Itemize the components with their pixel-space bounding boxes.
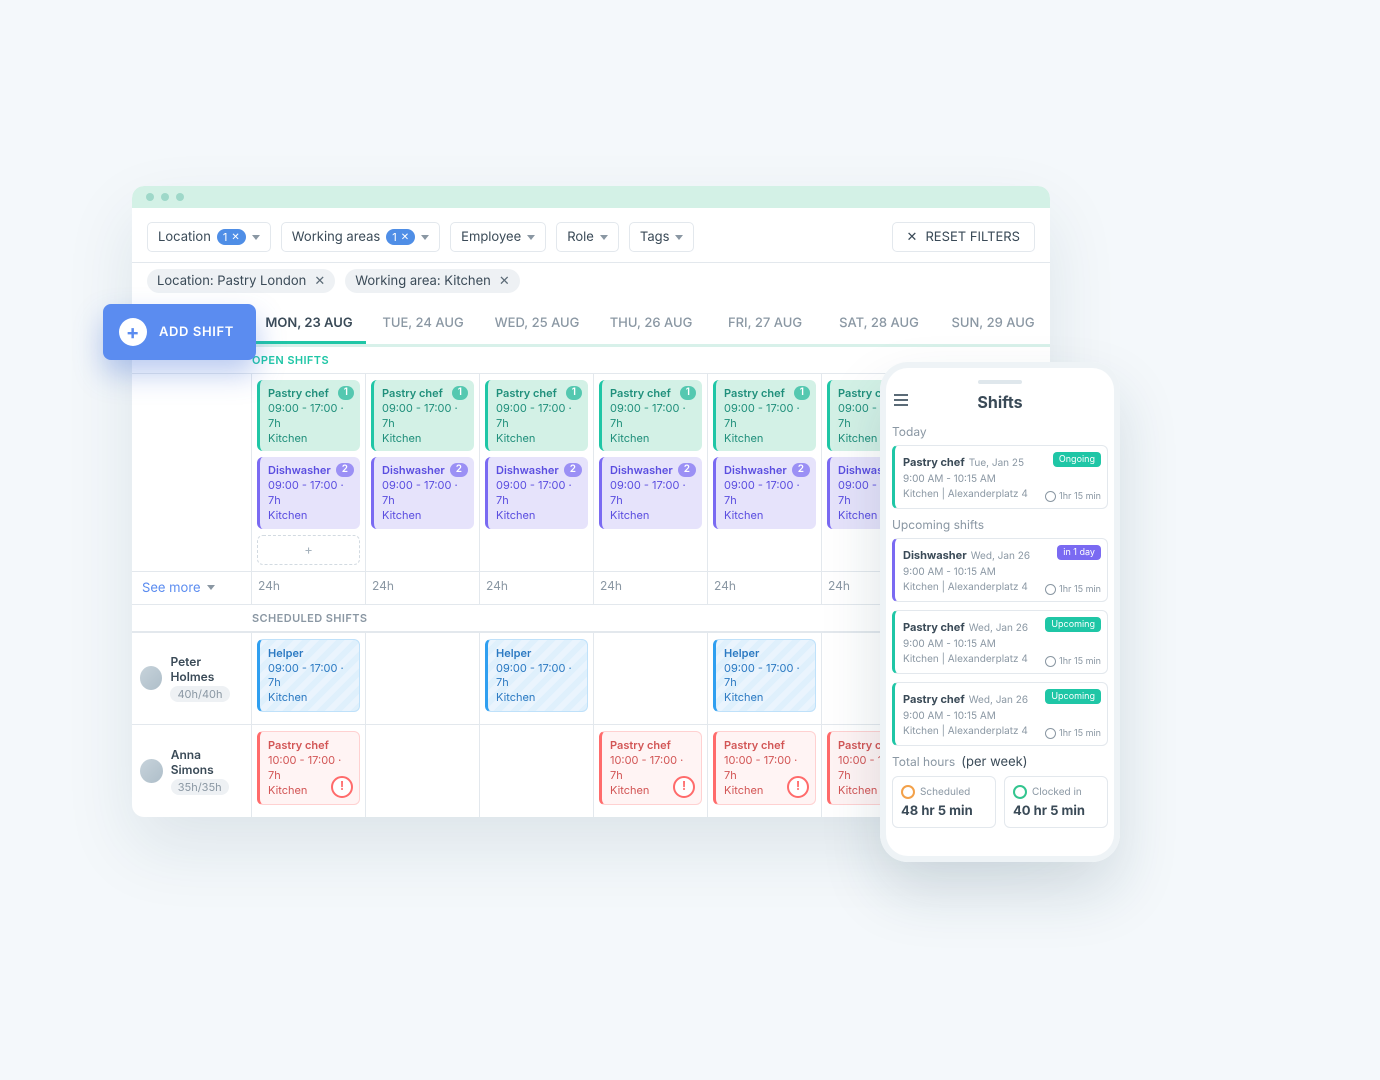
chevron-down-icon (421, 235, 429, 240)
duration-label: 1hr 15 min (1045, 656, 1101, 667)
employee-hours: 40h/40h (170, 686, 229, 702)
check-icon (1013, 785, 1027, 799)
day-header-sun[interactable]: SUN, 29 AUG (936, 305, 1050, 344)
employee-row[interactable]: Peter Holmes 40h/40h (132, 632, 252, 724)
open-shift-card[interactable]: Dishwasher09:00 - 17:00 · 7hKitchen2 (485, 457, 588, 528)
filter-bar: Location 1✕ Working areas 1✕ Employee Ro… (132, 208, 1050, 263)
mobile-shift-card[interactable]: DishwasherWed, Jan 26 9:00 AM - 10:15 AM… (892, 538, 1108, 602)
day-header-sat[interactable]: SAT, 28 AUG (822, 305, 936, 344)
chevron-down-icon (252, 235, 260, 240)
clear-icon[interactable]: ✕ (401, 231, 409, 243)
duration-label: 1hr 15 min (1045, 491, 1101, 502)
open-shift-card[interactable]: Dishwasher09:00 - 17:00 · 7hKitchen2 (599, 457, 702, 528)
mobile-section-upcoming: Upcoming shifts (892, 517, 1108, 532)
applied-filters: Location: Pastry London✕ Working area: K… (132, 263, 1050, 305)
open-shift-card[interactable]: Pastry chef 09:00 - 17:00 · 7h Kitchen 1 (257, 380, 360, 451)
chevron-down-icon (675, 235, 683, 240)
clock-icon (901, 785, 915, 799)
total-clocked-in: Clocked in 40 hr 5 min (1004, 776, 1108, 828)
close-icon[interactable]: ✕ (499, 273, 510, 289)
day-total: 24h (594, 571, 708, 604)
filter-areas-badge[interactable]: 1✕ (386, 229, 415, 245)
mobile-title: Shifts (977, 392, 1022, 412)
phone-notch (978, 380, 1022, 384)
avatar (140, 666, 162, 690)
mobile-preview: Shifts Today Pastry chefTue, Jan 25 9:00… (880, 362, 1120, 862)
add-shift-button[interactable]: + ADD SHIFT (103, 304, 256, 360)
menu-icon[interactable] (894, 394, 908, 406)
open-shift-card[interactable]: Pastry chef09:00 - 17:00 · 7hKitchen1 (485, 380, 588, 451)
alert-icon: ! (331, 776, 353, 798)
filter-working-areas-label: Working areas (292, 229, 380, 245)
filter-working-areas[interactable]: Working areas 1✕ (281, 222, 440, 252)
filter-employee[interactable]: Employee (450, 222, 546, 252)
alert-icon: ! (787, 776, 809, 798)
scheduled-shift-card[interactable]: Pastry chef10:00 - 17:00 · 7hKitchen! (599, 731, 702, 804)
open-shift-card[interactable]: Pastry chef09:00 - 17:00 · 7hKitchen1 (713, 380, 816, 451)
status-badge: Upcoming (1045, 689, 1101, 704)
open-shift-card[interactable]: Dishwasher09:00 - 17:00 · 7hKitchen2 (713, 457, 816, 528)
close-icon: ✕ (907, 229, 918, 245)
total-scheduled: Scheduled 48 hr 5 min (892, 776, 996, 828)
chevron-down-icon (600, 235, 608, 240)
status-badge: Upcoming (1045, 617, 1101, 632)
duration-label: 1hr 15 min (1045, 584, 1101, 595)
employee-hours: 35h/35h (171, 779, 229, 795)
employee-name: Anna Simons (171, 747, 243, 777)
see-more-button[interactable]: See more (132, 571, 252, 604)
employee-row[interactable]: Anna Simons 35h/35h (132, 724, 252, 816)
scheduled-shift-card[interactable]: Pastry chef10:00 - 17:00 · 7hKitchen! (257, 731, 360, 804)
day-total: 24h (708, 571, 822, 604)
window-chrome (132, 186, 1050, 208)
plus-icon: + (119, 318, 147, 346)
open-shift-card[interactable]: Pastry chef09:00 - 17:00 · 7hKitchen1 (599, 380, 702, 451)
close-icon[interactable]: ✕ (314, 273, 325, 289)
reset-filters-button[interactable]: ✕ RESET FILTERS (892, 222, 1035, 252)
open-shift-card[interactable]: Dishwasher09:00 - 17:00 · 7hKitchen2 (371, 457, 474, 528)
day-header-tue[interactable]: TUE, 24 AUG (366, 305, 480, 344)
status-badge: Ongoing (1053, 452, 1101, 467)
mobile-shift-card[interactable]: Pastry chefWed, Jan 26 9:00 AM - 10:15 A… (892, 610, 1108, 674)
day-header-thu[interactable]: THU, 26 AUG (594, 305, 708, 344)
chevron-down-icon (207, 585, 215, 590)
alert-icon: ! (673, 776, 695, 798)
mobile-total-hours-label: Total hours (892, 754, 955, 769)
day-header-mon[interactable]: MON, 23 AUG (252, 305, 366, 344)
scheduled-shift-card[interactable]: Helper09:00 - 17:00 · 7hKitchen (257, 639, 360, 712)
chevron-down-icon (527, 235, 535, 240)
add-shift-slot[interactable]: + (257, 535, 360, 565)
open-shift-card[interactable]: Dishwasher 09:00 - 17:00 · 7h Kitchen 2 (257, 457, 360, 528)
duration-label: 1hr 15 min (1045, 728, 1101, 739)
filter-location[interactable]: Location 1✕ (147, 222, 271, 252)
filter-location-badge[interactable]: 1✕ (217, 229, 246, 245)
day-header-wed[interactable]: WED, 25 AUG (480, 305, 594, 344)
mobile-shift-card[interactable]: Pastry chefWed, Jan 26 9:00 AM - 10:15 A… (892, 682, 1108, 746)
scheduled-shift-card[interactable]: Helper09:00 - 17:00 · 7hKitchen (485, 639, 588, 712)
filter-role[interactable]: Role (556, 222, 619, 252)
day-total: 24h (480, 571, 594, 604)
status-badge: in 1 day (1057, 545, 1101, 560)
chip-area[interactable]: Working area: Kitchen✕ (345, 269, 520, 293)
employee-name: Peter Holmes (170, 654, 243, 684)
day-header-fri[interactable]: FRI, 27 AUG (708, 305, 822, 344)
day-total: 24h (366, 571, 480, 604)
scheduled-shift-card[interactable]: Pastry chef10:00 - 17:00 · 7hKitchen! (713, 731, 816, 804)
day-total: 24h (252, 571, 366, 604)
filter-location-label: Location (158, 229, 211, 245)
chip-location[interactable]: Location: Pastry London✕ (147, 269, 335, 293)
mobile-section-today: Today (892, 424, 1108, 439)
mobile-shift-card[interactable]: Pastry chefTue, Jan 25 9:00 AM - 10:15 A… (892, 445, 1108, 509)
open-shift-card[interactable]: Pastry chef09:00 - 17:00 · 7hKitchen1 (371, 380, 474, 451)
filter-tags[interactable]: Tags (629, 222, 695, 252)
avatar (140, 759, 163, 783)
clear-icon[interactable]: ✕ (231, 231, 239, 243)
scheduled-shift-card[interactable]: Helper09:00 - 17:00 · 7hKitchen (713, 639, 816, 712)
